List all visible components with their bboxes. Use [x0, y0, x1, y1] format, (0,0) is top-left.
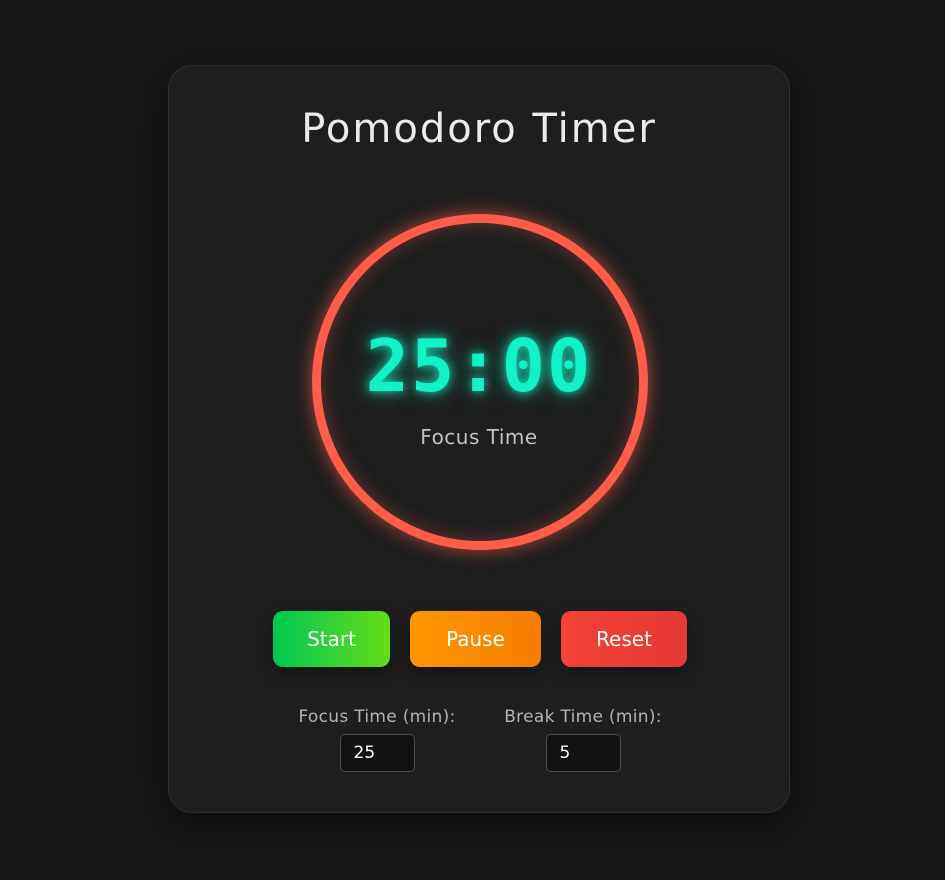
break-time-input[interactable] [545, 734, 621, 772]
focus-time-input[interactable] [339, 734, 415, 772]
focus-setting: Focus Time (min): [281, 707, 473, 772]
mode-label: Focus Time [420, 425, 538, 449]
reset-button[interactable]: Reset [561, 611, 687, 667]
pause-button[interactable]: Pause [410, 611, 541, 667]
break-setting: Break Time (min): [489, 707, 677, 772]
app-title: Pomodoro Timer [301, 106, 657, 152]
start-button[interactable]: Start [273, 611, 390, 667]
timer-card: Pomodoro Timer 25:00 Focus Time Start Pa… [168, 65, 790, 813]
focus-time-label: Focus Time (min): [298, 707, 456, 727]
time-display: 25:00 [365, 324, 593, 408]
break-time-label: Break Time (min): [504, 707, 662, 727]
